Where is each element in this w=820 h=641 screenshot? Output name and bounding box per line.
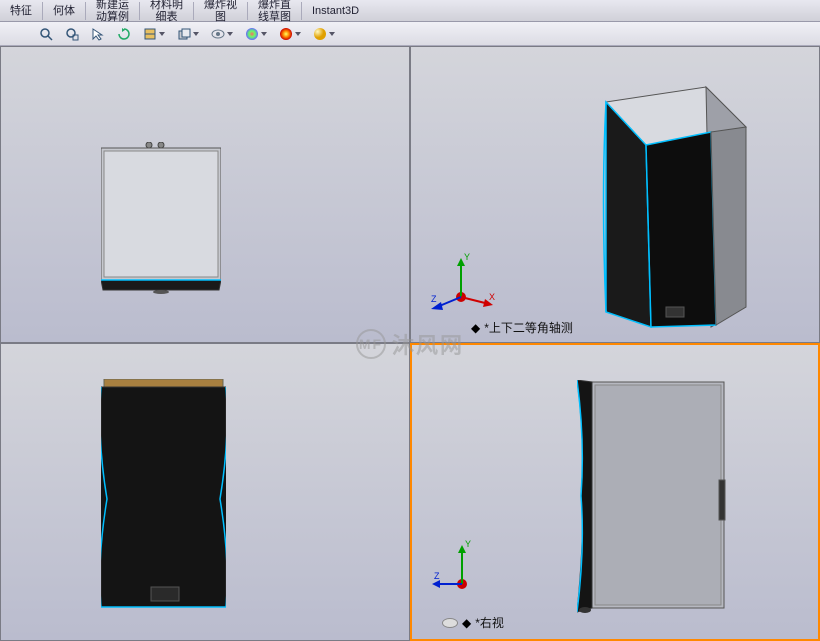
- divider: [301, 2, 302, 20]
- model-side-view: [577, 380, 722, 610]
- ribbon-item-explode[interactable]: 爆炸视 图: [198, 0, 243, 25]
- ribbon-item-body[interactable]: 何体: [47, 3, 81, 19]
- rotate-icon[interactable]: [114, 24, 134, 44]
- hide-show-icon[interactable]: [208, 24, 236, 44]
- axis-z-label: Z: [431, 294, 437, 304]
- axis-x-label: X: [489, 292, 495, 302]
- viewport-bottom-right[interactable]: Y Z ◆ *右视: [410, 343, 820, 641]
- viewport-bottom-left[interactable]: [0, 343, 410, 641]
- chevron-down-icon: [159, 32, 165, 36]
- chevron-down-icon: [295, 32, 301, 36]
- chevron-down-icon: [227, 32, 233, 36]
- zoom-area-icon[interactable]: [62, 24, 82, 44]
- orientation-triad[interactable]: Y X Z: [431, 252, 491, 312]
- viewport-top-right[interactable]: Y X Z ◆ *上下二等角轴测: [410, 46, 820, 343]
- ribbon-item-bom[interactable]: 材料明 细表: [144, 0, 189, 25]
- chevron-down-icon: [261, 32, 267, 36]
- axis-z-label: Z: [434, 571, 440, 581]
- eye-icon: [442, 618, 458, 628]
- divider: [193, 2, 194, 20]
- model-iso-view: [551, 77, 741, 337]
- view-label-right: ◆ *右视: [442, 614, 504, 631]
- scene-icon[interactable]: [276, 24, 304, 44]
- viewport-top-left[interactable]: [0, 46, 410, 343]
- view-toolbar: [0, 22, 820, 46]
- appearance-icon[interactable]: [242, 24, 270, 44]
- section-view-icon[interactable]: [140, 24, 168, 44]
- ribbon-item-explode-sketch[interactable]: 爆炸直 线草图: [252, 0, 297, 25]
- divider: [139, 2, 140, 20]
- ribbon-item-instant3d[interactable]: Instant3D: [306, 3, 365, 19]
- display-style-icon[interactable]: [174, 24, 202, 44]
- axis-y-label: Y: [465, 539, 471, 549]
- ribbon-item-feature[interactable]: 特征: [4, 3, 38, 19]
- chevron-down-icon: [193, 32, 199, 36]
- model-back-view: [101, 379, 226, 614]
- view-label-right-text: *右视: [475, 614, 504, 631]
- view-label-iso: ◆ *上下二等角轴测: [471, 319, 573, 336]
- select-icon[interactable]: [88, 24, 108, 44]
- divider: [85, 2, 86, 20]
- zoom-fit-icon[interactable]: [36, 24, 56, 44]
- divider: [247, 2, 248, 20]
- divider: [42, 2, 43, 20]
- orientation-triad[interactable]: Y Z: [432, 539, 492, 599]
- ribbon-tabs: 特征 何体 新建运 动算例 材料明 细表 爆炸视 图 爆炸直 线草图 Insta…: [0, 0, 820, 22]
- view-label-iso-text: *上下二等角轴测: [484, 319, 573, 336]
- render-icon[interactable]: [310, 24, 338, 44]
- axis-y-label: Y: [464, 252, 470, 262]
- viewport-container: Y X Z ◆ *上下二等角轴测: [0, 46, 820, 641]
- chevron-down-icon: [329, 32, 335, 36]
- model-front-view: [101, 142, 221, 292]
- ribbon-item-motion[interactable]: 新建运 动算例: [90, 0, 135, 25]
